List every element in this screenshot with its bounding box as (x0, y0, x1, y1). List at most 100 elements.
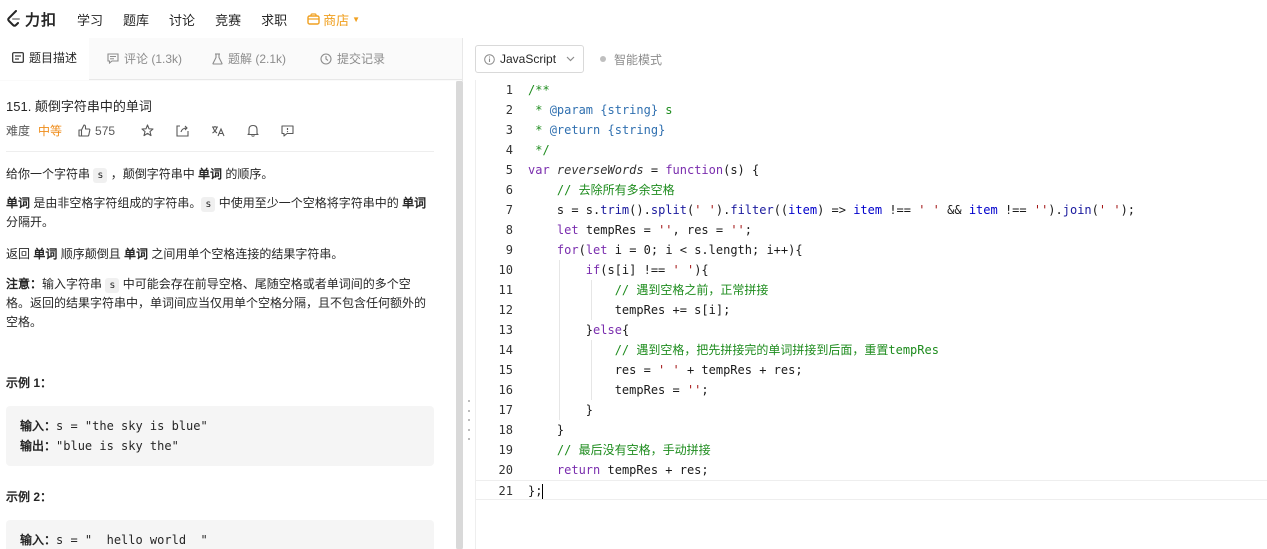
code-text: }; (528, 484, 544, 499)
logo[interactable]: 力扣 (6, 9, 57, 30)
nav-contest[interactable]: 竞赛 (215, 10, 241, 29)
favorite-button[interactable] (141, 124, 154, 137)
text: 之间用单个空格连接的结果字符串。 (148, 247, 344, 261)
feedback-icon (281, 124, 294, 137)
nav-store[interactable]: 商店 ▼ (307, 10, 360, 29)
translate-button[interactable] (211, 125, 225, 137)
code-line[interactable]: 6 // 去除所有多余空格 (476, 180, 1267, 200)
nav-problemset[interactable]: 题库 (123, 10, 149, 29)
example-1-output: 输出："blue is sky the" (20, 436, 420, 456)
code-text: * @param {string} s (528, 103, 673, 117)
nav-store-label: 商店 (323, 12, 350, 28)
line-number: 20 (498, 463, 513, 477)
input-label: 输入： (20, 419, 57, 433)
input-value: s = " hello world " (56, 533, 208, 547)
code-line[interactable]: 21}; (476, 480, 1267, 500)
line-number: 1 (505, 83, 513, 97)
nav-jobs[interactable]: 求职 (261, 10, 287, 29)
code-line[interactable]: 4 */ (476, 140, 1267, 160)
description-paragraph-2: 单词 是由非空格字符组成的字符串。 s 中使用至少一个空格将字符串中的 单词 分隔… (6, 194, 434, 232)
code-line[interactable]: 15 res = ' ' + tempRes + res; (476, 360, 1267, 380)
output-value: "blue is sky the" (56, 439, 179, 453)
translate-icon (212, 125, 225, 136)
line-number: 7 (505, 203, 513, 217)
code-line[interactable]: 5 var reverseWords = function(s) { (476, 160, 1267, 180)
chevron-down-icon (566, 56, 575, 62)
line-number: 17 (498, 403, 513, 417)
scrollbar-thumb[interactable] (456, 81, 463, 549)
code-line[interactable]: 17 } (476, 400, 1267, 420)
text: 给你一个字符串 (6, 167, 94, 181)
inline-code: s (201, 197, 216, 212)
code-line[interactable]: 9 for(let i = 0; i < s.length; i++){ (476, 240, 1267, 260)
panel-resize-handle[interactable] (466, 400, 472, 440)
tab-description-label: 题目描述 (29, 51, 78, 65)
share-icon (176, 124, 189, 137)
code-line[interactable]: 13 }else{ (476, 320, 1267, 340)
tab-comments-label: 评论 (1.3k) (124, 52, 183, 66)
tab-description[interactable]: 题目描述 (0, 37, 90, 80)
bell-icon (247, 124, 259, 137)
example-1-input: 输入：s = "the sky is blue" (20, 416, 420, 436)
code-text: }else{ (528, 323, 630, 337)
line-number: 16 (498, 383, 513, 397)
line-number: 9 (505, 243, 513, 257)
language-select[interactable]: JavaScript (475, 45, 585, 73)
line-number: 12 (498, 303, 513, 317)
code-line[interactable]: 8 let tempRes = '', res = ''; (476, 220, 1267, 240)
text: 的顺序。 (222, 167, 274, 181)
tab-solutions[interactable]: 题解 (2.1k) (200, 38, 298, 80)
inline-code: s (93, 168, 108, 183)
problem-tabs: 题目描述 评论 (1.3k) 题解 (2.1k) 提交记录 (0, 37, 462, 80)
code-line[interactable]: 1 /** (476, 80, 1267, 100)
line-number: 19 (498, 443, 513, 457)
code-text: // 最后没有空格，手动拼接 (556, 443, 711, 457)
description-scrollbar[interactable] (456, 81, 463, 549)
smart-mode-toggle[interactable]: 智能模式 (600, 51, 662, 68)
code-text: // 遇到空格，把先拼接完的单词拼接到后面，重置tempRes (614, 343, 939, 357)
code-text: for(let i = 0; i < s.length; i++){ (556, 243, 803, 257)
smart-mode-label: 智能模式 (614, 52, 663, 67)
problem-panel: 题目描述 评论 (1.3k) 题解 (2.1k) 提交记录 151. 颠倒字符串… (0, 37, 463, 549)
code-line[interactable]: 10 if(s[i] !== ' '){ (476, 260, 1267, 280)
line-number: 10 (498, 263, 513, 277)
code-text: s = s.trim().split(' ').filter((item) =>… (528, 203, 1136, 217)
code-text: // 去除所有多余空格 (556, 183, 675, 197)
code-line[interactable]: 14 // 遇到空格，把先拼接完的单词拼接到后面，重置tempRes (476, 340, 1267, 360)
code-editor[interactable]: 1/** 2 * @param {string} s3 * @return {st… (475, 80, 1267, 549)
tab-submissions[interactable]: 提交记录 (308, 38, 397, 80)
code-line[interactable]: 11 // 遇到空格之前，正常拼接 (476, 280, 1267, 300)
document-icon (12, 52, 24, 63)
example-1-block: 输入：s = "the sky is blue" 输出："blue is sky… (6, 406, 434, 466)
notify-button[interactable] (247, 124, 259, 137)
logo-text: 力扣 (25, 11, 58, 29)
line-number: 8 (505, 223, 513, 237)
difficulty-label: 难度 (6, 124, 31, 138)
bold-text: 单词 (33, 247, 58, 261)
editor-toolbar: JavaScript 智能模式 (475, 38, 1267, 80)
input-label: 输入： (20, 533, 57, 547)
tab-comments[interactable]: 评论 (1.3k) (95, 38, 194, 80)
code-line[interactable]: 16 tempRes = ''; (476, 380, 1267, 400)
tab-solutions-label: 题解 (2.1k) (228, 52, 287, 66)
star-icon (141, 124, 154, 137)
code-line[interactable]: 3 * @return {string} (476, 120, 1267, 140)
top-nav: 力扣 学习 题库 讨论 竞赛 求职 商店 ▼ (0, 0, 1267, 38)
nav-discuss[interactable]: 讨论 (169, 10, 195, 29)
like-count: 575 (95, 123, 116, 138)
code-line[interactable]: 18 } (476, 420, 1267, 440)
bold-text: 单词 (402, 196, 427, 210)
tab-submissions-label: 提交记录 (337, 52, 386, 66)
line-number: 4 (505, 143, 513, 157)
code-line[interactable]: 19 // 最后没有空格，手动拼接 (476, 440, 1267, 460)
code-line[interactable]: 20 return tempRes + res; (476, 460, 1267, 480)
code-line[interactable]: 2 * @param {string} s (476, 100, 1267, 120)
feedback-button[interactable] (281, 124, 294, 137)
share-button[interactable] (176, 124, 189, 137)
like-button[interactable]: 575 (78, 124, 115, 138)
code-text: } (528, 403, 594, 417)
chevron-down-icon: ▼ (352, 14, 361, 24)
nav-learn[interactable]: 学习 (77, 10, 103, 29)
code-line[interactable]: 7 s = s.trim().split(' ').filter((item) … (476, 200, 1267, 220)
code-line[interactable]: 12 tempRes += s[i]; (476, 300, 1267, 320)
